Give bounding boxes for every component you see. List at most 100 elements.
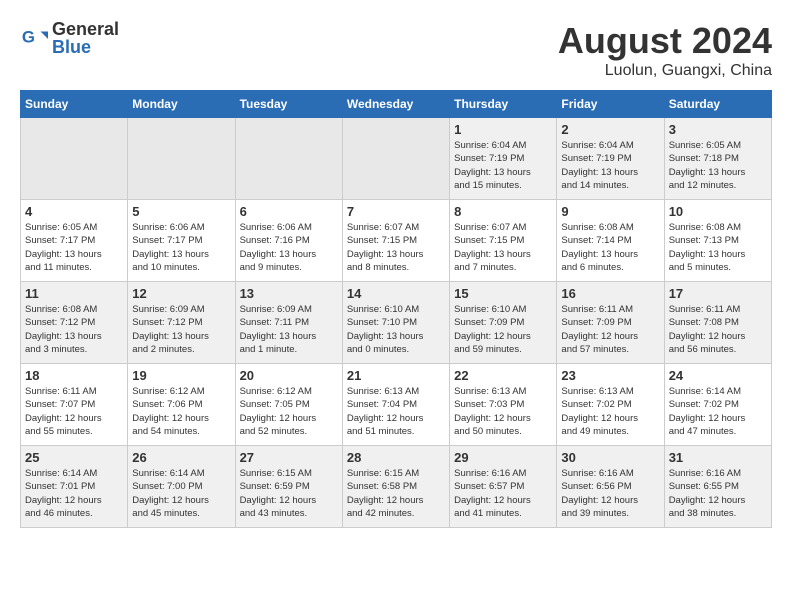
calendar-week-row: 18 Sunrise: 6:11 AM Sunset: 7:07 PM Dayli…	[21, 364, 772, 446]
day-number: 11	[25, 286, 123, 301]
day-number: 27	[240, 450, 338, 465]
day-number: 2	[561, 122, 659, 137]
day-info: Sunrise: 6:13 AM Sunset: 7:03 PM Dayligh…	[454, 385, 552, 438]
weekday-header: Wednesday	[342, 91, 449, 118]
calendar-cell: 15Sunrise: 6:10 AM Sunset: 7:09 PM Dayli…	[450, 282, 557, 364]
day-info: Sunrise: 6:07 AM Sunset: 7:15 PM Dayligh…	[347, 221, 445, 274]
day-info: Sunrise: 6:13 AM Sunset: 7:04 PM Dayligh…	[347, 385, 445, 438]
day-number: 22	[454, 368, 552, 383]
day-info: Sunrise: 6:12 AM Sunset: 7:05 PM Dayligh…	[240, 385, 338, 438]
calendar-week-row: 11Sunrise: 6:08 AM Sunset: 7:12 PM Dayli…	[21, 282, 772, 364]
day-number: 13	[240, 286, 338, 301]
calendar-cell: 21 Sunrise: 6:13 AM Sunset: 7:04 PM Dayli…	[342, 364, 449, 446]
day-info: Sunrise: 6:08 AM Sunset: 7:13 PM Dayligh…	[669, 221, 767, 274]
day-number: 12	[132, 286, 230, 301]
calendar-cell: 17 Sunrise: 6:11 AM Sunset: 7:08 PM Dayli…	[664, 282, 771, 364]
day-info: Sunrise: 6:15 AM Sunset: 6:58 PM Dayligh…	[347, 467, 445, 520]
day-number: 14	[347, 286, 445, 301]
calendar-cell: 24Sunrise: 6:14 AM Sunset: 7:02 PM Dayli…	[664, 364, 771, 446]
calendar-cell	[235, 118, 342, 200]
calendar-cell: 9Sunrise: 6:08 AM Sunset: 7:14 PM Daylig…	[557, 200, 664, 282]
day-info: Sunrise: 6:15 AM Sunset: 6:59 PM Dayligh…	[240, 467, 338, 520]
calendar-cell: 20 Sunrise: 6:12 AM Sunset: 7:05 PM Dayli…	[235, 364, 342, 446]
calendar-table: SundayMondayTuesdayWednesdayThursdayFrid…	[20, 90, 772, 528]
calendar-cell: 30 Sunrise: 6:16 AM Sunset: 6:56 PM Dayli…	[557, 446, 664, 528]
calendar-cell: 1 Sunrise: 6:04 AM Sunset: 7:19 PM Daylig…	[450, 118, 557, 200]
logo: G General Blue	[20, 20, 119, 56]
calendar-cell: 4 Sunrise: 6:05 AM Sunset: 7:17 PM Daylig…	[21, 200, 128, 282]
day-number: 17	[669, 286, 767, 301]
calendar-cell	[342, 118, 449, 200]
day-info: Sunrise: 6:09 AM Sunset: 7:11 PM Dayligh…	[240, 303, 338, 356]
day-info: Sunrise: 6:05 AM Sunset: 7:18 PM Dayligh…	[669, 139, 767, 192]
calendar-week-row: 25Sunrise: 6:14 AM Sunset: 7:01 PM Dayli…	[21, 446, 772, 528]
day-number: 4	[25, 204, 123, 219]
calendar-week-row: 4 Sunrise: 6:05 AM Sunset: 7:17 PM Daylig…	[21, 200, 772, 282]
day-info: Sunrise: 6:09 AM Sunset: 7:12 PM Dayligh…	[132, 303, 230, 356]
day-number: 1	[454, 122, 552, 137]
day-number: 29	[454, 450, 552, 465]
calendar-cell: 19 Sunrise: 6:12 AM Sunset: 7:06 PM Dayli…	[128, 364, 235, 446]
day-number: 9	[561, 204, 659, 219]
calendar-cell: 25Sunrise: 6:14 AM Sunset: 7:01 PM Dayli…	[21, 446, 128, 528]
day-info: Sunrise: 6:13 AM Sunset: 7:02 PM Dayligh…	[561, 385, 659, 438]
day-info: Sunrise: 6:05 AM Sunset: 7:17 PM Dayligh…	[25, 221, 123, 274]
day-info: Sunrise: 6:14 AM Sunset: 7:02 PM Dayligh…	[669, 385, 767, 438]
calendar-cell: 29 Sunrise: 6:16 AM Sunset: 6:57 PM Dayli…	[450, 446, 557, 528]
weekday-header: Saturday	[664, 91, 771, 118]
day-number: 20	[240, 368, 338, 383]
weekday-header: Friday	[557, 91, 664, 118]
day-info: Sunrise: 6:16 AM Sunset: 6:55 PM Dayligh…	[669, 467, 767, 520]
day-info: Sunrise: 6:11 AM Sunset: 7:07 PM Dayligh…	[25, 385, 123, 438]
day-info: Sunrise: 6:04 AM Sunset: 7:19 PM Dayligh…	[561, 139, 659, 192]
calendar-cell: 7 Sunrise: 6:07 AM Sunset: 7:15 PM Daylig…	[342, 200, 449, 282]
day-number: 30	[561, 450, 659, 465]
weekday-header: Monday	[128, 91, 235, 118]
day-number: 19	[132, 368, 230, 383]
calendar-cell	[21, 118, 128, 200]
weekday-header: Tuesday	[235, 91, 342, 118]
day-info: Sunrise: 6:06 AM Sunset: 7:16 PM Dayligh…	[240, 221, 338, 274]
calendar-cell: 11Sunrise: 6:08 AM Sunset: 7:12 PM Dayli…	[21, 282, 128, 364]
day-number: 6	[240, 204, 338, 219]
calendar-cell: 13 Sunrise: 6:09 AM Sunset: 7:11 PM Dayli…	[235, 282, 342, 364]
day-info: Sunrise: 6:04 AM Sunset: 7:19 PM Dayligh…	[454, 139, 552, 192]
day-number: 5	[132, 204, 230, 219]
day-info: Sunrise: 6:06 AM Sunset: 7:17 PM Dayligh…	[132, 221, 230, 274]
day-number: 31	[669, 450, 767, 465]
day-number: 23	[561, 368, 659, 383]
day-number: 7	[347, 204, 445, 219]
day-info: Sunrise: 6:10 AM Sunset: 7:10 PM Dayligh…	[347, 303, 445, 356]
calendar-cell: 5 Sunrise: 6:06 AM Sunset: 7:17 PM Daylig…	[128, 200, 235, 282]
calendar-cell: 12 Sunrise: 6:09 AM Sunset: 7:12 PM Dayli…	[128, 282, 235, 364]
page-header: G General Blue August 2024 Luolun, Guang…	[20, 20, 772, 80]
calendar-cell: 6 Sunrise: 6:06 AM Sunset: 7:16 PM Daylig…	[235, 200, 342, 282]
day-info: Sunrise: 6:16 AM Sunset: 6:56 PM Dayligh…	[561, 467, 659, 520]
weekday-header: Sunday	[21, 91, 128, 118]
location: Luolun, Guangxi, China	[558, 62, 772, 80]
calendar-cell: 16Sunrise: 6:11 AM Sunset: 7:09 PM Dayli…	[557, 282, 664, 364]
weekday-header-row: SundayMondayTuesdayWednesdayThursdayFrid…	[21, 91, 772, 118]
calendar-cell: 10 Sunrise: 6:08 AM Sunset: 7:13 PM Dayli…	[664, 200, 771, 282]
day-number: 10	[669, 204, 767, 219]
day-number: 21	[347, 368, 445, 383]
day-number: 3	[669, 122, 767, 137]
day-info: Sunrise: 6:12 AM Sunset: 7:06 PM Dayligh…	[132, 385, 230, 438]
day-number: 8	[454, 204, 552, 219]
day-info: Sunrise: 6:07 AM Sunset: 7:15 PM Dayligh…	[454, 221, 552, 274]
title-block: August 2024 Luolun, Guangxi, China	[558, 20, 772, 80]
day-number: 18	[25, 368, 123, 383]
calendar-cell: 31 Sunrise: 6:16 AM Sunset: 6:55 PM Dayli…	[664, 446, 771, 528]
day-info: Sunrise: 6:11 AM Sunset: 7:08 PM Dayligh…	[669, 303, 767, 356]
calendar-cell	[128, 118, 235, 200]
day-info: Sunrise: 6:11 AM Sunset: 7:09 PM Dayligh…	[561, 303, 659, 356]
calendar-cell: 27 Sunrise: 6:15 AM Sunset: 6:59 PM Dayli…	[235, 446, 342, 528]
calendar-cell: 26Sunrise: 6:14 AM Sunset: 7:00 PM Dayli…	[128, 446, 235, 528]
logo-icon: G	[20, 24, 48, 52]
calendar-cell: 3 Sunrise: 6:05 AM Sunset: 7:18 PM Daylig…	[664, 118, 771, 200]
day-number: 25	[25, 450, 123, 465]
month-title: August 2024	[558, 20, 772, 62]
calendar-cell: 28Sunrise: 6:15 AM Sunset: 6:58 PM Dayli…	[342, 446, 449, 528]
calendar-cell: 2 Sunrise: 6:04 AM Sunset: 7:19 PM Daylig…	[557, 118, 664, 200]
day-info: Sunrise: 6:16 AM Sunset: 6:57 PM Dayligh…	[454, 467, 552, 520]
